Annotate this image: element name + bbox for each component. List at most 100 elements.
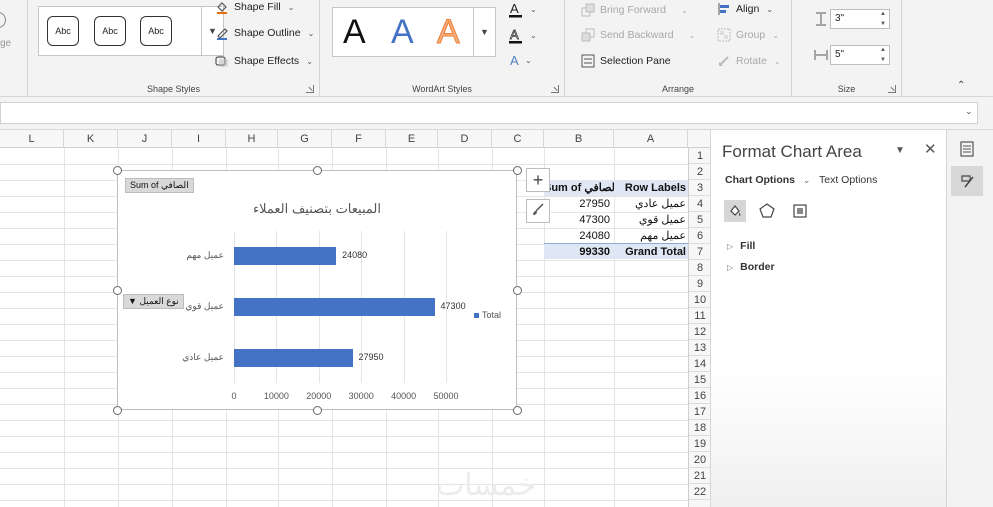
- formula-input[interactable]: [0, 102, 978, 124]
- rotate-button[interactable]: Rotate ⌄: [717, 54, 781, 68]
- chart-legend[interactable]: Total: [474, 310, 501, 320]
- selection-pane-button[interactable]: Selection Pane: [581, 54, 671, 68]
- text-outline-button[interactable]: A ⌄: [508, 27, 538, 47]
- pivot-value-cell[interactable]: 27950: [544, 196, 614, 212]
- document-icon[interactable]: [951, 134, 983, 164]
- pivot-value-cell[interactable]: 24080: [544, 228, 614, 244]
- row-header[interactable]: 22: [689, 484, 710, 500]
- row-header[interactable]: 1: [689, 148, 710, 164]
- row-header[interactable]: 17: [689, 404, 710, 420]
- row-header[interactable]: 5: [689, 212, 710, 228]
- tab-text-options[interactable]: Text Options: [819, 174, 877, 186]
- shape-style-1[interactable]: Abc: [47, 16, 79, 46]
- row-header[interactable]: 10: [689, 292, 710, 308]
- pivot-value-cell[interactable]: 47300: [544, 212, 614, 228]
- chevron-down-icon[interactable]: ▼: [895, 145, 905, 156]
- shape-fill-button[interactable]: Shape Fill ⌄: [215, 0, 294, 14]
- row-header[interactable]: 3: [689, 180, 710, 196]
- chart-styles-button[interactable]: [526, 199, 550, 223]
- resize-handle[interactable]: [313, 406, 322, 415]
- column-header[interactable]: L: [0, 130, 64, 148]
- wordart-style-orange[interactable]: A: [437, 14, 461, 51]
- wordart-style-blue[interactable]: A: [391, 14, 414, 50]
- column-header[interactable]: D: [438, 130, 492, 148]
- column-header[interactable]: A: [614, 130, 688, 148]
- spin-down-icon[interactable]: ▼: [880, 57, 886, 63]
- column-header[interactable]: E: [386, 130, 438, 148]
- bar[interactable]: [234, 247, 337, 266]
- column-header[interactable]: B: [544, 130, 614, 148]
- row-header[interactable]: 19: [689, 436, 710, 452]
- pivot-chart[interactable]: Sum of الصافي ▼ نوع العميل المبيعات بتصن…: [117, 170, 517, 410]
- column-header[interactable]: H: [226, 130, 278, 148]
- send-backward-button[interactable]: Send Backward ⌄: [581, 28, 695, 42]
- pivot-label-cell[interactable]: عميل مهم: [614, 228, 688, 244]
- shape-effects-button[interactable]: Shape Effects ⌄: [215, 54, 313, 68]
- column-header[interactable]: J: [118, 130, 172, 148]
- wordart-more-button[interactable]: ▼: [474, 7, 496, 57]
- row-header[interactable]: 16: [689, 388, 710, 404]
- bar[interactable]: [234, 348, 353, 367]
- chart-elements-button[interactable]: +: [526, 168, 550, 192]
- pivot-label-cell[interactable]: عميل عادي: [614, 196, 688, 212]
- shape-height-field[interactable]: 3" ▲ ▼: [830, 9, 890, 29]
- text-fill-button[interactable]: A ⌄: [508, 1, 538, 21]
- row-header[interactable]: 20: [689, 452, 710, 468]
- column-header[interactable]: G: [278, 130, 332, 148]
- pivot-row-labels-header[interactable]: Row Labels: [614, 180, 688, 196]
- dialog-launcher-icon[interactable]: [306, 85, 314, 93]
- row-header[interactable]: 9: [689, 276, 710, 292]
- spin-down-icon[interactable]: ▼: [880, 21, 886, 27]
- section-fill[interactable]: ▷ Fill: [727, 240, 755, 252]
- row-header[interactable]: 8: [689, 260, 710, 276]
- shape-width-field[interactable]: 5" ▲ ▼: [830, 45, 890, 65]
- shape-style-2[interactable]: Abc: [94, 16, 126, 46]
- row-header[interactable]: 21: [689, 468, 710, 484]
- column-header[interactable]: I: [172, 130, 226, 148]
- collapse-ribbon-icon[interactable]: ⌃: [957, 80, 965, 91]
- row-header[interactable]: 11: [689, 308, 710, 324]
- plot-area[interactable]: 0 10000 20000 30000 40000 50000 عميل مهم 24080 ع…: [118, 171, 518, 411]
- shape-outline-button[interactable]: Shape Outline ⌄: [215, 26, 314, 40]
- column-header[interactable]: K: [64, 130, 118, 148]
- spin-up-icon[interactable]: ▲: [880, 11, 886, 17]
- row-header[interactable]: 14: [689, 356, 710, 372]
- pivot-grand-total-value[interactable]: 99330: [544, 243, 614, 259]
- effects-pentagon-icon[interactable]: [756, 200, 778, 222]
- expand-formula-icon[interactable]: ⌄: [965, 106, 973, 117]
- text-effects-button[interactable]: A ⌄: [508, 53, 538, 72]
- format-brush-icon[interactable]: [951, 166, 983, 196]
- dialog-launcher-icon[interactable]: [888, 85, 896, 93]
- wordart-style-black[interactable]: A: [343, 14, 366, 50]
- align-button[interactable]: Align ⌄: [717, 2, 773, 16]
- close-icon[interactable]: ✕: [924, 140, 937, 158]
- resize-handle[interactable]: [113, 166, 122, 175]
- row-header[interactable]: 12: [689, 324, 710, 340]
- resize-handle[interactable]: [313, 166, 322, 175]
- column-header[interactable]: C: [492, 130, 544, 148]
- resize-handle[interactable]: [113, 286, 122, 295]
- fill-line-icon[interactable]: [724, 200, 746, 222]
- spin-up-icon[interactable]: ▲: [880, 47, 886, 53]
- row-header[interactable]: 4: [689, 196, 710, 212]
- row-header[interactable]: 2: [689, 164, 710, 180]
- pivot-grand-total-label[interactable]: Grand Total: [614, 243, 688, 259]
- row-header[interactable]: 7: [689, 244, 710, 260]
- row-header[interactable]: 6: [689, 228, 710, 244]
- resize-handle[interactable]: [513, 286, 522, 295]
- column-header[interactable]: F: [332, 130, 386, 148]
- resize-handle[interactable]: [513, 406, 522, 415]
- group-button[interactable]: Group ⌄: [717, 28, 779, 42]
- size-properties-icon[interactable]: [789, 200, 811, 222]
- dialog-launcher-icon[interactable]: [551, 85, 559, 93]
- row-header[interactable]: 13: [689, 340, 710, 356]
- section-border[interactable]: ▷ Border: [727, 261, 775, 273]
- pivot-value-header[interactable]: Sum of الصافي▼: [544, 180, 614, 196]
- shape-style-3[interactable]: Abc: [140, 16, 172, 46]
- pivot-label-cell[interactable]: عميل قوي: [614, 212, 688, 228]
- resize-handle[interactable]: [113, 406, 122, 415]
- row-header[interactable]: 15: [689, 372, 710, 388]
- tab-chart-options[interactable]: Chart Options ⌄: [725, 174, 810, 186]
- resize-handle[interactable]: [513, 166, 522, 175]
- row-header[interactable]: 18: [689, 420, 710, 436]
